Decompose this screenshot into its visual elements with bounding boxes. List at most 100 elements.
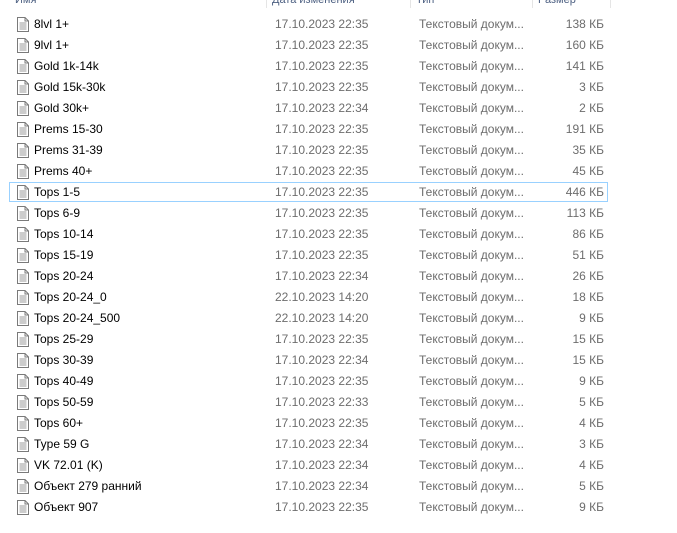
file-name: Tops 40-49 [34,374,94,388]
file-row[interactable]: Gold 1k-14k 17.10.2023 22:35 Текстовый док… [9,56,608,76]
text-document-icon [17,458,29,473]
text-document-icon [17,290,29,305]
column-header-date[interactable]: Дата изменения [266,0,410,8]
file-type: Текстовый докум... [419,80,524,94]
file-row[interactable]: Tops 20-24_500 22.10.2023 14:20 Текстовый … [9,308,608,328]
file-row[interactable]: Tops 20-24 17.10.2023 22:34 Текстовый доку… [9,266,608,286]
file-row[interactable]: VK 72.01 (K) 17.10.2023 22:34 Текстовый до… [9,455,608,475]
file-row[interactable]: Tops 1-5 17.10.2023 22:35 Текстовый докум.… [9,182,608,202]
file-type: Текстовый докум... [419,269,524,283]
text-document-icon [17,101,29,116]
file-row[interactable]: Prems 31-39 17.10.2023 22:35 Текстовый док… [9,140,608,160]
file-row[interactable]: Tops 50-59 17.10.2023 22:33 Текстовый доку… [9,392,608,412]
file-size: 5 КБ [579,479,604,493]
file-size: 9 КБ [579,311,604,325]
file-date-modified: 17.10.2023 22:35 [275,416,369,430]
file-size: 15 КБ [572,353,604,367]
file-row[interactable]: Gold 15k-30k 17.10.2023 22:35 Текстовый до… [9,77,608,97]
file-type: Текстовый докум... [419,38,524,52]
file-row[interactable]: Prems 15-30 17.10.2023 22:35 Текстовый док… [9,119,608,139]
text-document-icon [17,59,29,74]
file-row[interactable]: Tops 15-19 17.10.2023 22:35 Текстовый доку… [9,245,608,265]
file-size: 191 КБ [565,122,604,136]
file-row[interactable]: Type 59 G 17.10.2023 22:34 Текстовый докум… [9,434,608,454]
text-document-icon [17,437,29,452]
file-date-modified: 17.10.2023 22:35 [275,38,369,52]
file-row[interactable]: Объект 907 17.10.2023 22:35 Текстовый доку… [9,497,608,517]
file-name: Объект 907 [34,500,99,514]
file-size: 18 КБ [572,290,604,304]
file-date-modified: 17.10.2023 22:35 [275,332,369,346]
file-name: Tops 6-9 [34,206,81,220]
file-type: Текстовый докум... [419,374,524,388]
text-document-icon [17,227,29,242]
file-name: Объект 279 ранний [34,479,142,493]
file-row[interactable]: Gold 30k+ 17.10.2023 22:34 Текстовый докум… [9,98,608,118]
file-size: 160 КБ [565,38,604,52]
file-date-modified: 17.10.2023 22:34 [275,101,369,115]
file-date-modified: 17.10.2023 22:35 [275,164,369,178]
file-size: 35 КБ [572,143,604,157]
file-size: 45 КБ [572,164,604,178]
column-divider[interactable] [610,0,611,8]
file-size: 3 КБ [579,437,604,451]
file-name: Prems 31-39 [34,143,103,157]
file-type: Текстовый докум... [419,290,524,304]
file-row[interactable]: Tops 30-39 17.10.2023 22:34 Текстовый доку… [9,350,608,370]
file-size: 9 КБ [579,374,604,388]
file-row[interactable]: Объект 279 ранний 17.10.2023 22:34 Текстов… [9,476,608,496]
file-row[interactable]: Prems 40+ 17.10.2023 22:35 Текстовый докум… [9,161,608,181]
file-row[interactable]: Tops 10-14 17.10.2023 22:35 Текстовый доку… [9,224,608,244]
file-date-modified: 22.10.2023 14:20 [275,311,369,325]
file-date-modified: 17.10.2023 22:35 [275,185,369,199]
text-document-icon [17,479,29,494]
file-row[interactable]: 8lvl 1+ 17.10.2023 22:35 Текстовый докум..… [9,14,608,34]
text-document-icon [17,416,29,431]
file-date-modified: 17.10.2023 22:33 [275,395,369,409]
file-date-modified: 22.10.2023 14:20 [275,290,369,304]
text-document-icon [17,269,29,284]
text-document-icon [17,395,29,410]
text-document-icon [17,500,29,515]
file-name: Gold 1k-14k [34,59,99,73]
column-header-size[interactable]: Размер [532,0,610,8]
text-document-icon [17,311,29,326]
file-row[interactable]: Tops 20-24_0 22.10.2023 14:20 Текстовый до… [9,287,608,307]
file-name: Tops 20-24 [34,269,94,283]
file-name: Tops 25-29 [34,332,94,346]
file-type: Текстовый докум... [419,164,524,178]
file-size: 15 КБ [572,332,604,346]
file-row[interactable]: Tops 60+ 17.10.2023 22:35 Текстовый докум.… [9,413,608,433]
file-name: Gold 15k-30k [34,80,106,94]
file-date-modified: 17.10.2023 22:35 [275,500,369,514]
file-name: Tops 10-14 [34,227,94,241]
file-date-modified: 17.10.2023 22:35 [275,59,369,73]
text-document-icon [17,122,29,137]
column-header-type[interactable]: Тип [410,0,532,8]
file-type: Текстовый докум... [419,227,524,241]
file-row[interactable]: Tops 40-49 17.10.2023 22:35 Текстовый доку… [9,371,608,391]
file-size: 2 КБ [579,101,604,115]
file-name: Gold 30k+ [34,101,90,115]
file-date-modified: 17.10.2023 22:35 [275,206,369,220]
file-type: Текстовый докум... [419,122,524,136]
file-row[interactable]: Tops 6-9 17.10.2023 22:35 Текстовый докум.… [9,203,608,223]
file-name: 9lvl 1+ [34,38,70,52]
file-size: 4 КБ [579,416,604,430]
file-name: Tops 20-24_0 [34,290,107,304]
file-date-modified: 17.10.2023 22:35 [275,248,369,262]
file-name: Tops 20-24_500 [34,311,121,325]
file-size: 51 КБ [572,248,604,262]
file-date-modified: 17.10.2023 22:35 [275,227,369,241]
file-row[interactable]: 9lvl 1+ 17.10.2023 22:35 Текстовый докум..… [9,35,608,55]
file-type: Текстовый докум... [419,59,524,73]
column-header-name[interactable]: Имя [9,0,265,8]
file-size: 446 КБ [565,185,604,199]
file-type: Текстовый докум... [419,353,524,367]
text-document-icon [17,164,29,179]
file-type: Текстовый докум... [419,206,524,220]
file-size: 26 КБ [572,269,604,283]
file-size: 113 КБ [566,206,604,220]
column-header-bar: Имя Дата изменения Тип Размер [0,0,677,8]
file-row[interactable]: Tops 25-29 17.10.2023 22:35 Текстовый доку… [9,329,608,349]
